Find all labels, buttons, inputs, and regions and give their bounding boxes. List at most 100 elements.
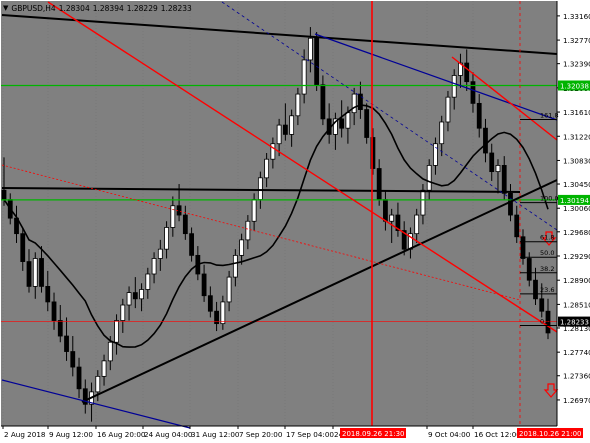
candle-body <box>339 118 345 129</box>
candle-body <box>207 295 213 312</box>
candle-body <box>139 289 144 300</box>
candle-body <box>501 165 507 194</box>
time-marker-label: 2018.10.26 21:00 <box>519 430 581 438</box>
candle-body <box>189 233 194 256</box>
candle-body <box>495 165 501 173</box>
candle-body <box>414 214 420 235</box>
candle-body <box>295 93 301 117</box>
candle-body <box>151 258 157 275</box>
candle-body <box>508 192 513 216</box>
candle-body <box>533 279 538 300</box>
x-tick-label: 16 Aug 20:00 <box>97 430 146 439</box>
y-tick-label: 1.27360 <box>563 372 590 381</box>
candle-body <box>57 320 63 337</box>
candle-body <box>26 261 32 287</box>
candle-body <box>314 37 320 86</box>
plot-background <box>1 1 557 426</box>
open-price: 1.28304 <box>58 3 90 13</box>
candle-body <box>301 59 307 95</box>
fib-level-label: 61.8 <box>540 234 554 242</box>
y-tick-label: 1.27740 <box>563 348 590 357</box>
candle-body <box>107 341 113 362</box>
candle-body <box>539 298 545 312</box>
x-tick-label: 9 Aug 12:00 <box>49 430 93 439</box>
price-chart[interactable]: 161.8 100.0 61.8 50.0 38.2 23.6 0.0 1.33160 1.3… <box>0 0 590 443</box>
candle-body <box>120 304 126 321</box>
y-tick-label: 1.28900 <box>563 276 590 285</box>
candle-body <box>182 214 188 235</box>
x-tick-label: 16 Oct 12:00 <box>474 430 521 439</box>
candle-body <box>351 93 357 114</box>
candle-body <box>376 168 382 200</box>
dropdown-triangle-icon[interactable]: ▼ <box>3 4 8 12</box>
candle-body <box>526 258 532 281</box>
candle-body <box>170 205 176 228</box>
y-tick-label: 1.33160 <box>563 12 590 21</box>
chart-window: 161.8 100.0 61.8 50.0 38.2 23.6 0.0 1.33160 1.3… <box>0 0 590 443</box>
candle-body <box>70 351 76 368</box>
candle-body <box>251 199 257 222</box>
candle-body <box>389 214 395 222</box>
candle-body <box>220 301 226 325</box>
candle-body <box>307 37 313 61</box>
candle-body <box>126 292 132 306</box>
candle-body <box>426 165 432 191</box>
y-tick-label: 1.30060 <box>563 204 590 213</box>
candle-body <box>345 112 351 129</box>
candle-body <box>95 375 101 393</box>
candle-body <box>51 301 57 321</box>
y-tick-label: 1.29680 <box>563 228 590 237</box>
candle-body <box>239 239 245 256</box>
y-tick-label: 1.30830 <box>563 156 590 165</box>
candle-body <box>132 292 138 300</box>
candle-body <box>364 109 370 138</box>
candle-body <box>39 258 44 287</box>
candle-body <box>20 233 26 262</box>
x-tick-label: 9 Oct 04:00 <box>428 430 471 439</box>
x-tick-label: 17 Sep 04:00 <box>286 430 334 439</box>
candle-body <box>270 143 276 160</box>
candle-body <box>1 189 7 200</box>
close-price: 1.28233 <box>160 3 192 13</box>
candle-body <box>32 258 38 287</box>
candle-body <box>264 158 270 179</box>
candle-body <box>164 227 169 250</box>
horizontal-line-lower-label: 1.30194 <box>560 197 589 205</box>
candle-body <box>257 177 263 200</box>
candle-body <box>114 320 119 343</box>
fib-level-label: 161.8 <box>540 112 559 120</box>
time-marker-label: 2018.09.26 21:30 <box>342 430 404 438</box>
candle-body <box>358 93 363 110</box>
symbol-info-bar: ▼ GBPUSD,H4 1.28304 1.28394 1.28229 1.28… <box>3 2 192 14</box>
y-tick-label: 1.30450 <box>563 180 590 189</box>
fib-level-label: 0.0 <box>540 317 550 325</box>
fib-level-label: 100.0 <box>540 195 559 203</box>
candle-body <box>520 236 526 259</box>
candle-body <box>320 84 326 120</box>
x-tick-label: 2 Aug 2018 <box>4 430 46 439</box>
fib-level-label: 38.2 <box>540 265 554 273</box>
candle-body <box>476 102 482 129</box>
candle-body <box>226 276 232 303</box>
candle-body <box>76 366 82 390</box>
fib-level-label: 23.6 <box>540 286 554 294</box>
y-tick-label: 1.31610 <box>563 108 590 117</box>
y-tick-label: 1.31220 <box>563 132 590 141</box>
candle-body <box>383 199 388 222</box>
candle-body <box>439 121 445 145</box>
high-price: 1.28394 <box>92 3 124 13</box>
y-tick-label: 1.32390 <box>563 60 590 69</box>
candle-body <box>245 220 251 241</box>
candle-body <box>464 62 470 83</box>
candle-body <box>514 214 520 238</box>
horizontal-line-upper-label: 1.32038 <box>560 83 589 91</box>
y-tick-label: 1.29290 <box>563 252 590 261</box>
y-tick-label: 1.28510 <box>563 300 590 309</box>
candle-body <box>276 124 282 145</box>
candle-body <box>157 248 163 259</box>
candle-body <box>45 286 51 303</box>
candle-body <box>145 273 151 290</box>
x-tick-label: 31 Aug 12:00 <box>191 430 240 439</box>
low-price: 1.28229 <box>126 3 158 13</box>
candle-body <box>232 254 238 278</box>
